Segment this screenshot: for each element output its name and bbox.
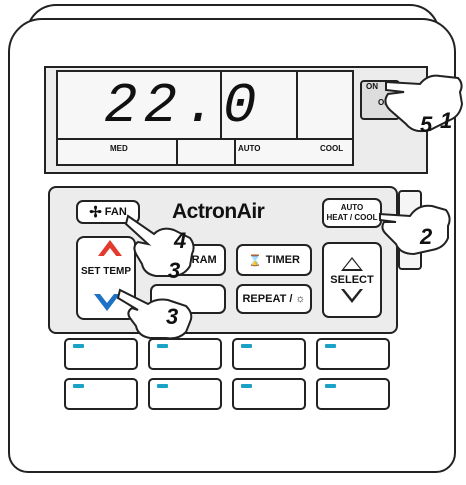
zone-button[interactable] xyxy=(148,378,222,410)
callout-number: 5 xyxy=(420,112,433,137)
lcd-divider xyxy=(176,138,178,166)
lcd-divider xyxy=(234,138,236,166)
auto-button-label: AUTO HEAT / COOL xyxy=(327,203,378,223)
hourglass-icon: ⌛ xyxy=(248,254,262,267)
zone-button[interactable] xyxy=(316,338,390,370)
fan-speed-indicator: MED xyxy=(110,144,128,153)
callout-number: 1 xyxy=(440,108,453,133)
timer-button-label: TIMER xyxy=(265,254,300,266)
mode-indicator: COOL xyxy=(320,144,344,153)
zone-led-icon xyxy=(241,344,252,348)
pointing-hand-icon xyxy=(379,204,451,256)
callout-number: 3 xyxy=(168,258,181,283)
select-button-label: SELECT xyxy=(330,274,374,286)
lcd-divider xyxy=(220,72,222,138)
zone-button[interactable] xyxy=(232,378,306,410)
zone-led-icon xyxy=(241,384,252,388)
power-on-label: ON xyxy=(366,82,378,91)
repeat-button[interactable]: REPEAT / ☼ xyxy=(236,284,312,314)
zone-led-icon xyxy=(73,344,84,348)
zone-led-icon xyxy=(157,384,168,388)
select-down-icon[interactable] xyxy=(341,289,363,303)
fan-icon: ✢ xyxy=(89,204,102,221)
zone-led-icon xyxy=(325,384,336,388)
zone-led-icon xyxy=(73,384,84,388)
auto-label-line1: AUTO xyxy=(340,203,364,212)
pointing-hand-icon xyxy=(124,214,195,277)
auto-label-line2: HEAT / COOL xyxy=(326,213,378,222)
temp-down-icon-inner xyxy=(100,294,114,303)
lcd-divider xyxy=(58,138,352,140)
zone-button[interactable] xyxy=(64,378,138,410)
zone-led-icon xyxy=(325,344,336,348)
auto-heat-cool-button[interactable]: AUTO HEAT / COOL xyxy=(322,198,382,228)
lcd-divider xyxy=(296,72,298,138)
zone-led-icon xyxy=(157,344,168,348)
callout-number: 4 xyxy=(174,228,187,253)
zone-panel xyxy=(64,334,404,418)
repeat-button-label: REPEAT / xyxy=(242,293,293,305)
zone-button[interactable] xyxy=(232,338,306,370)
callout-number: 3 xyxy=(166,304,179,329)
select-up-icon[interactable] xyxy=(341,257,363,271)
sun-icon: ☼ xyxy=(295,293,306,305)
select-button[interactable]: SELECT xyxy=(322,242,382,318)
temperature-readout: 22.0 xyxy=(104,74,263,138)
lcd-display: 22.0 MED AUTO COOL xyxy=(56,70,354,166)
zone-button[interactable] xyxy=(316,378,390,410)
auto-mode-indicator: AUTO xyxy=(238,144,261,153)
callout-number: 2 xyxy=(420,224,433,249)
temp-up-icon-inner xyxy=(103,248,117,257)
timer-button[interactable]: ⌛ TIMER xyxy=(236,244,312,276)
pointing-hand-icon xyxy=(116,288,193,340)
